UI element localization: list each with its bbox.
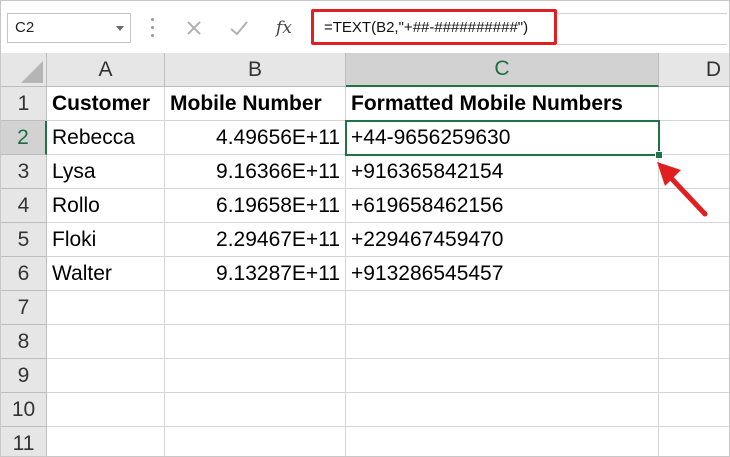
cell-c1[interactable]: Formatted Mobile Numbers <box>346 87 659 121</box>
close-icon <box>187 21 201 35</box>
cell-c3[interactable]: +916365842154 <box>346 155 659 189</box>
grip-dot-icon <box>151 26 154 29</box>
row-header-3[interactable]: 3 <box>1 155 47 189</box>
column-header-d[interactable]: D <box>659 53 729 87</box>
cell-a11[interactable] <box>47 427 165 456</box>
formula-text: =TEXT(B2,"+##-##########") <box>324 19 529 36</box>
cell-a7[interactable] <box>47 291 165 325</box>
cell-d1[interactable] <box>659 87 729 121</box>
cell-b6[interactable]: 9.13287E+11 <box>165 257 346 291</box>
select-all-icon <box>21 61 43 83</box>
cell-a3[interactable]: Lysa <box>47 155 165 189</box>
column-header-b[interactable]: B <box>165 53 346 87</box>
formula-input-extension[interactable] <box>557 13 727 45</box>
column-header-a[interactable]: A <box>47 53 165 87</box>
cell-a6[interactable]: Walter <box>47 257 165 291</box>
cell-c11[interactable] <box>346 427 659 456</box>
function-icon: fx <box>276 18 292 38</box>
cell-d11[interactable] <box>659 427 729 456</box>
cell-b4[interactable]: 6.19658E+11 <box>165 189 346 223</box>
row-header-5[interactable]: 5 <box>1 223 47 257</box>
cell-b11[interactable] <box>165 427 346 456</box>
grip-dot-icon <box>151 34 154 37</box>
cell-b8[interactable] <box>165 325 346 359</box>
chevron-down-icon[interactable] <box>116 26 124 31</box>
cell-a5[interactable]: Floki <box>47 223 165 257</box>
cell-d5[interactable] <box>659 223 729 257</box>
cell-a8[interactable] <box>47 325 165 359</box>
cell-a10[interactable] <box>47 393 165 427</box>
spreadsheet-window: C2 fx =TEXT(B2,"+##-##########") A B C D… <box>0 0 730 457</box>
cell-c4[interactable]: +619658462156 <box>346 189 659 223</box>
grip-dot-icon <box>151 18 154 21</box>
cell-a2[interactable]: Rebecca <box>47 121 165 155</box>
cell-d8[interactable] <box>659 325 729 359</box>
row-header-11[interactable]: 11 <box>1 427 47 456</box>
check-icon <box>230 21 248 36</box>
cell-d6[interactable] <box>659 257 729 291</box>
cell-b5[interactable]: 2.29467E+11 <box>165 223 346 257</box>
cell-c5[interactable]: +229467459470 <box>346 223 659 257</box>
row-header-8[interactable]: 8 <box>1 325 47 359</box>
row-header-6[interactable]: 6 <box>1 257 47 291</box>
cell-d7[interactable] <box>659 291 729 325</box>
row-header-10[interactable]: 10 <box>1 393 47 427</box>
annotation-arrow-icon <box>657 162 708 217</box>
cell-a4[interactable]: Rollo <box>47 189 165 223</box>
row-header-2[interactable]: 2 <box>1 121 47 155</box>
cell-c6[interactable]: +913286545457 <box>346 257 659 291</box>
cell-b7[interactable] <box>165 291 346 325</box>
row-header-7[interactable]: 7 <box>1 291 47 325</box>
name-box-value: C2 <box>15 19 35 36</box>
cell-d10[interactable] <box>659 393 729 427</box>
cell-a9[interactable] <box>47 359 165 393</box>
cell-d2[interactable] <box>659 121 729 155</box>
cell-c10[interactable] <box>346 393 659 427</box>
cell-c8[interactable] <box>346 325 659 359</box>
insert-function-button[interactable]: fx <box>266 13 302 43</box>
row-header-4[interactable]: 4 <box>1 189 47 223</box>
row-header-9[interactable]: 9 <box>1 359 47 393</box>
cancel-button[interactable] <box>176 13 212 43</box>
cell-c7[interactable] <box>346 291 659 325</box>
cell-b9[interactable] <box>165 359 346 393</box>
cell-d9[interactable] <box>659 359 729 393</box>
row-header-1[interactable]: 1 <box>1 87 47 121</box>
cell-b1[interactable]: Mobile Number <box>165 87 346 121</box>
cell-b10[interactable] <box>165 393 346 427</box>
column-header-c[interactable]: C <box>346 53 659 87</box>
formula-input[interactable]: =TEXT(B2,"+##-##########") <box>311 9 557 45</box>
select-all-button[interactable] <box>1 53 47 87</box>
cell-c9[interactable] <box>346 359 659 393</box>
enter-button[interactable] <box>221 13 257 43</box>
cell-a1[interactable]: Customer <box>47 87 165 121</box>
name-box[interactable]: C2 <box>7 13 131 43</box>
cell-b3[interactable]: 9.16366E+11 <box>165 155 346 189</box>
formula-bar: C2 fx =TEXT(B2,"+##-##########") <box>1 1 729 53</box>
cell-c2[interactable]: +44-9656259630 <box>346 121 659 155</box>
cell-b2[interactable]: 4.49656E+11 <box>165 121 346 155</box>
